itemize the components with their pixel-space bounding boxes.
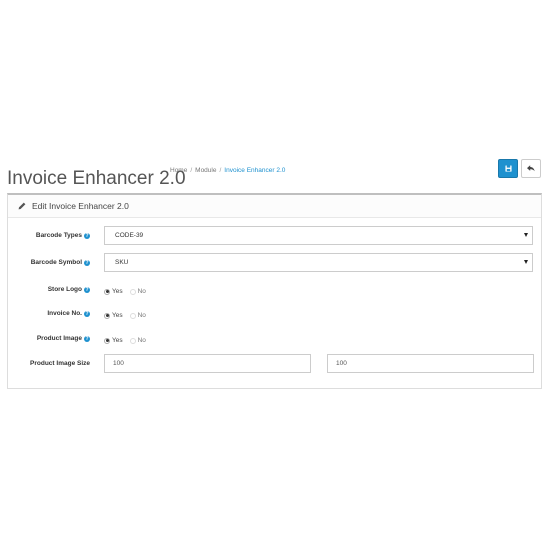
barcode-types-label: Barcode Types? — [35, 232, 90, 239]
image-height-input[interactable]: 100 — [327, 354, 534, 373]
breadcrumb-module[interactable]: Module — [195, 167, 216, 174]
product-image-radio-group: Yes No — [104, 337, 146, 344]
barcode-symbol-select[interactable]: SKU — [104, 253, 533, 272]
back-button[interactable] — [521, 159, 541, 178]
panel-title: Edit Invoice Enhancer 2.0 — [32, 201, 129, 211]
panel-heading: Edit Invoice Enhancer 2.0 — [8, 195, 541, 218]
product-image-size-label: Product Image Size — [30, 360, 90, 367]
help-icon[interactable]: ? — [84, 310, 90, 317]
invoice-no-no-radio[interactable] — [129, 312, 136, 319]
invoice-no-label: Invoice No.? — [47, 310, 90, 317]
chevron-down-icon — [524, 233, 528, 237]
store-logo-no-radio[interactable] — [129, 288, 136, 295]
breadcrumb-home[interactable]: Home — [170, 167, 187, 174]
product-image-no-radio[interactable] — [129, 337, 136, 344]
product-image-label: Product Image? — [36, 335, 90, 342]
reply-icon — [527, 165, 535, 172]
help-icon[interactable]: ? — [84, 259, 90, 266]
help-icon[interactable]: ? — [84, 232, 90, 239]
invoice-no-yes-radio[interactable] — [104, 312, 110, 319]
help-icon[interactable]: ? — [84, 335, 90, 342]
help-icon[interactable]: ? — [84, 286, 90, 293]
store-logo-label: Store Logo? — [47, 286, 90, 293]
image-width-input[interactable]: 100 — [104, 354, 311, 373]
page-title: Invoice Enhancer 2.0 — [7, 167, 186, 189]
pencil-icon — [18, 202, 26, 210]
breadcrumb-separator: / — [190, 167, 193, 174]
breadcrumb: Home / Module / Invoice Enhancer 2.0 — [170, 167, 285, 174]
store-logo-radio-group: Yes No — [104, 288, 146, 295]
save-button[interactable] — [498, 159, 518, 178]
invoice-no-radio-group: Yes No — [104, 312, 146, 319]
breadcrumb-current[interactable]: Invoice Enhancer 2.0 — [224, 167, 285, 174]
save-icon — [504, 165, 512, 172]
breadcrumb-separator: / — [219, 167, 222, 174]
barcode-symbol-label: Barcode Symbol? — [30, 259, 90, 266]
product-image-yes-radio[interactable] — [104, 337, 110, 344]
barcode-types-select[interactable]: CODE-39 — [104, 226, 533, 245]
store-logo-yes-radio[interactable] — [104, 288, 110, 295]
chevron-down-icon — [524, 260, 528, 264]
